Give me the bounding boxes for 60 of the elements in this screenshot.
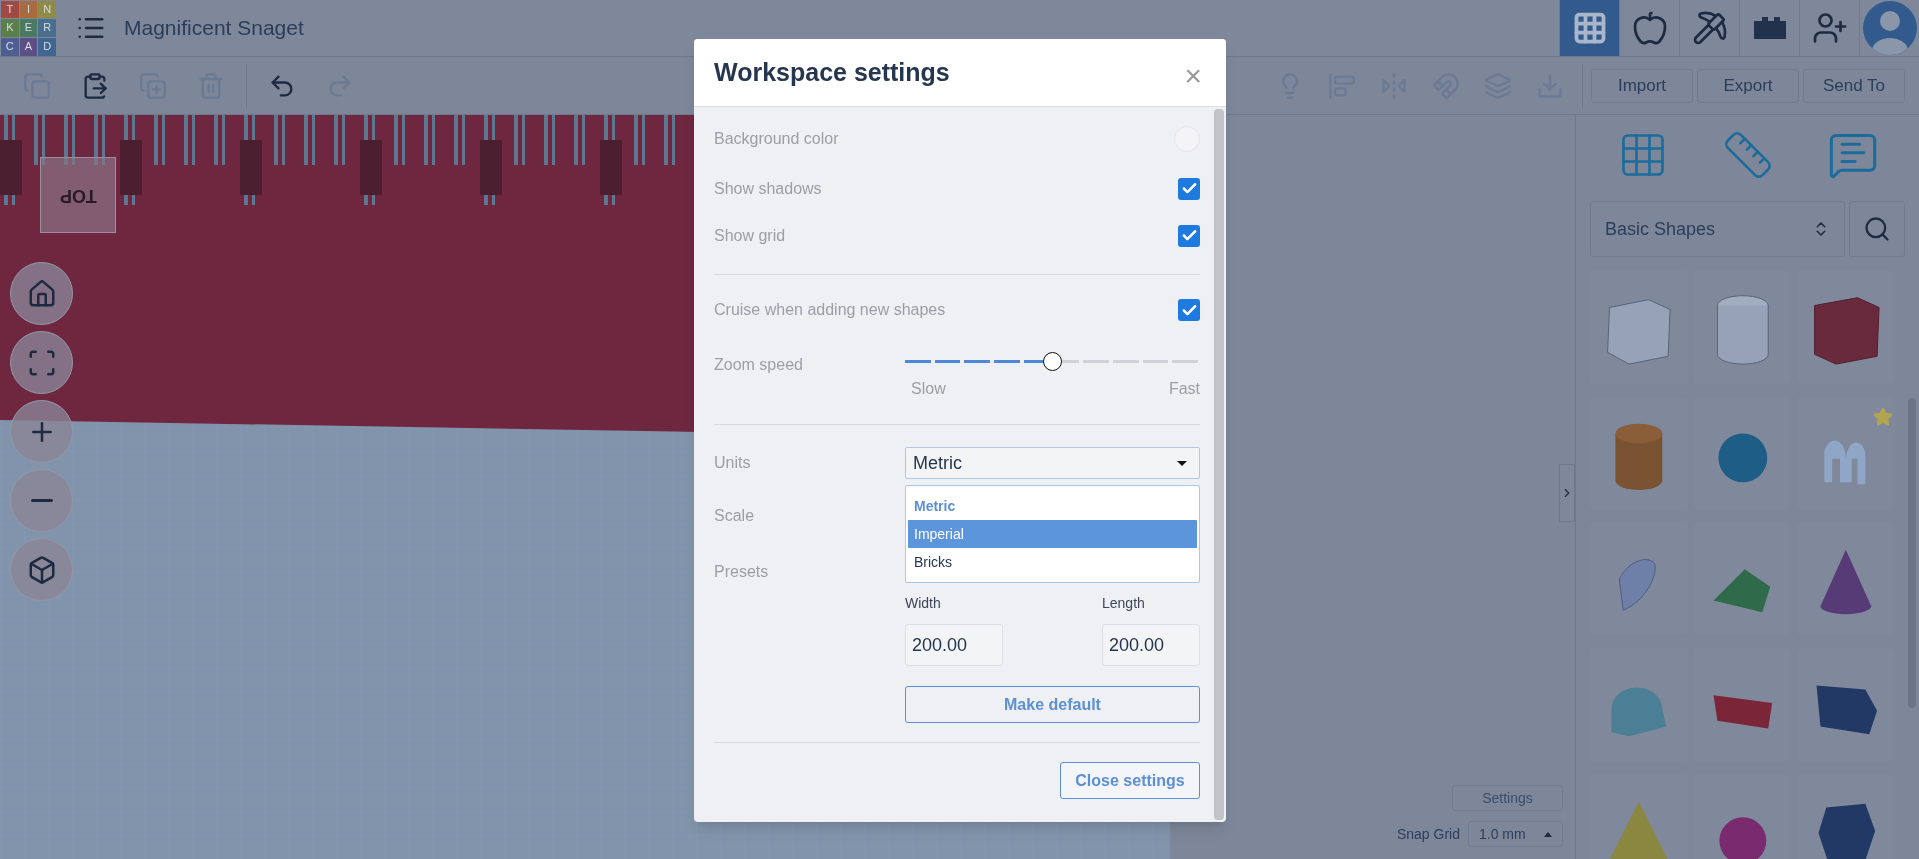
add-user-icon <box>1811 10 1848 46</box>
setting-label: Show shadows <box>714 178 822 199</box>
snap-grid-select[interactable]: 1.0 mm <box>1468 821 1563 847</box>
view-cube[interactable]: TOP <box>40 157 116 233</box>
checkbox[interactable] <box>1178 224 1200 247</box>
dropdown-option[interactable]: Imperial <box>908 520 1197 548</box>
setting-label: Presets <box>714 562 769 582</box>
dropdown-option[interactable]: Bricks <box>908 548 1197 576</box>
close-settings-button[interactable]: Close settings <box>1060 762 1200 799</box>
toolbar-button[interactable]: Export <box>1697 68 1799 103</box>
logo-letter: N <box>38 0 56 19</box>
box-drawing <box>1607 299 1671 365</box>
pickaxe-icon <box>1691 10 1728 46</box>
view-cube-label: TOP <box>59 184 97 208</box>
home-icon <box>26 278 57 309</box>
view-tab[interactable] <box>1859 0 1919 56</box>
logo-letter: C <box>1 37 19 56</box>
field-label: Length <box>1102 594 1146 613</box>
dialog-title: Workspace settings <box>714 56 950 88</box>
setting-label: Cruise when adding new shapes <box>714 300 946 320</box>
field-label: Width <box>905 594 942 613</box>
slider-min-label: Slow <box>911 379 946 399</box>
checkbox[interactable] <box>1178 177 1200 200</box>
dimension-input[interactable]: 200.00 <box>905 624 1003 666</box>
checkbox[interactable] <box>1178 299 1200 321</box>
logo-letter: D <box>38 37 56 56</box>
shape-category-select[interactable]: Basic Shapes <box>1590 201 1845 257</box>
slider-thumb[interactable] <box>1042 352 1062 371</box>
logo-letter: A <box>19 37 38 56</box>
logo-letter: K <box>1 19 19 37</box>
search-icon <box>1863 215 1891 243</box>
caret-icon <box>1177 460 1187 466</box>
caret-icon <box>1544 831 1552 837</box>
star-icon <box>1873 407 1893 427</box>
setting-label: Show grid <box>714 225 786 246</box>
snap-grid-label: Snap Grid <box>1396 824 1460 844</box>
close-button[interactable]: × <box>1184 60 1206 91</box>
dimension-input[interactable]: 200.00 <box>1102 624 1200 666</box>
setting-label: Background color <box>714 129 839 149</box>
dropdown-option[interactable]: Metric <box>908 492 1197 520</box>
avatar-icon <box>1862 1 1917 55</box>
search-button[interactable] <box>1849 201 1905 257</box>
view-tab[interactable] <box>1559 0 1619 56</box>
logo-letter: T <box>1 0 19 19</box>
minus-icon <box>30 499 53 502</box>
slider-max-label: Fast <box>1168 379 1200 399</box>
make-default-button[interactable]: Make default <box>905 686 1200 723</box>
setting-label: Units <box>714 453 752 473</box>
setting-label: Scale <box>714 506 756 526</box>
toolbar-button[interactable]: Send To <box>1803 68 1905 103</box>
settings-button[interactable]: Settings <box>1452 785 1563 811</box>
scrollbar[interactable] <box>1214 109 1224 820</box>
units-select[interactable]: Metric <box>905 447 1200 479</box>
toolbar-button[interactable]: Import <box>1591 68 1693 103</box>
design-title[interactable]: Magnificent Snaget <box>124 12 304 44</box>
setting-label: Zoom speed <box>714 355 803 375</box>
logo-letter: R <box>38 19 56 37</box>
logo-letter: I <box>19 0 38 19</box>
logo-letter: E <box>19 19 38 37</box>
collapse-panel-button[interactable] <box>1559 464 1575 522</box>
